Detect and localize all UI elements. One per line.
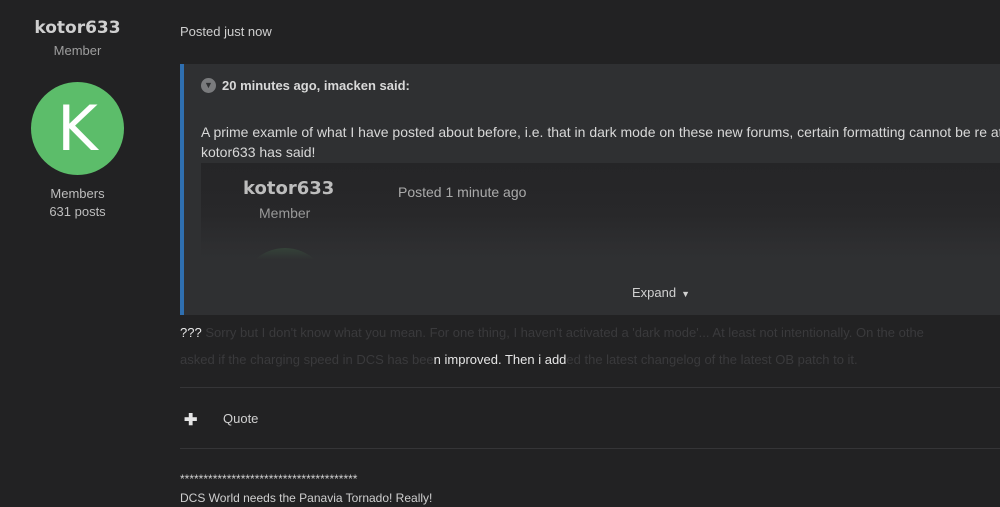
chevron-down-icon[interactable]: ▼ (201, 78, 216, 93)
post-text-hidden: ed the latest changelog of the latest OB… (566, 352, 858, 367)
post-body-line-2: asked if the charging speed in DCS has b… (180, 346, 1000, 373)
expand-button[interactable]: Expand ▼ (632, 285, 690, 300)
add-reaction-button[interactable]: ✚ (184, 410, 197, 430)
divider (180, 387, 1000, 388)
caret-down-icon: ▼ (681, 289, 691, 299)
post-body-line-1: ??? Sorry but I don't know what you mean… (180, 319, 1000, 346)
author-post-count: 631 posts (49, 204, 106, 219)
signature-stars: ************************************** (180, 472, 358, 486)
divider (180, 448, 1000, 449)
quote-block: ▼ 20 minutes ago, imacken said: A prime … (180, 64, 1000, 315)
author-name[interactable]: kotor633 (0, 18, 155, 38)
signature-text: DCS World needs the Panavia Tornado! Rea… (180, 491, 433, 505)
post-text-hidden: Sorry but I don't know what you mean. Fo… (201, 325, 924, 340)
embedded-author-name: kotor633 (243, 178, 335, 199)
author-panel: kotor633 Member K Members 631 posts (0, 0, 155, 507)
post-text-visible: ??? (180, 325, 202, 340)
post-timestamp[interactable]: Posted just now (180, 24, 272, 39)
post-text-visible: n improved. Then i add (433, 352, 567, 367)
quote-fade (184, 214, 1000, 315)
author-group: Members (50, 186, 105, 201)
post-body: ??? Sorry but I don't know what you mean… (180, 319, 1000, 373)
avatar[interactable]: K (31, 82, 124, 175)
author-rank: Member (53, 43, 102, 58)
quote-header[interactable]: ▼ 20 minutes ago, imacken said: (201, 78, 410, 93)
expand-label: Expand (632, 285, 677, 300)
embedded-timestamp: Posted 1 minute ago (398, 184, 527, 200)
quote-body: A prime examle of what I have posted abo… (201, 124, 1000, 160)
quote-citation: 20 minutes ago, imacken said: (222, 78, 410, 93)
post-text-hidden: asked if the charging speed in DCS has b… (180, 352, 434, 367)
quote-button[interactable]: Quote (223, 411, 258, 426)
